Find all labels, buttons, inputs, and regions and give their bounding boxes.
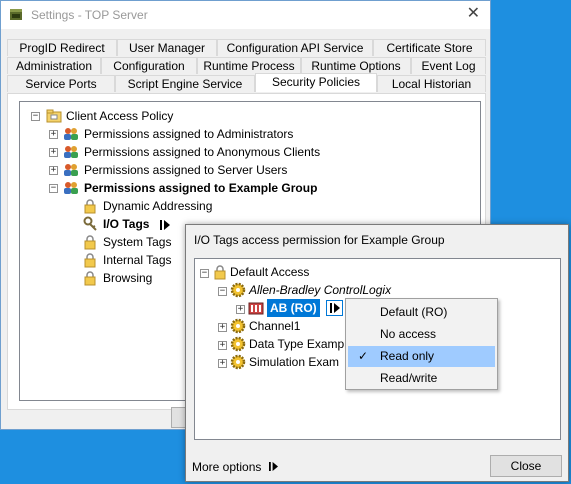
- menu-item-read-only-label: Read only: [380, 349, 435, 363]
- tree-item-data-type-examples[interactable]: Data Type Examp: [249, 335, 344, 353]
- tab-administration[interactable]: Administration: [7, 57, 101, 74]
- tree-item-internal-tags[interactable]: Internal Tags: [103, 251, 172, 269]
- tree-item-server-users[interactable]: Permissions assigned to Server Users: [84, 161, 287, 179]
- expand-icon[interactable]: +: [49, 148, 58, 157]
- play-arrow-icon: [330, 303, 340, 313]
- menu-item-no-access[interactable]: No access: [348, 324, 495, 345]
- policy-folder-icon: [46, 109, 62, 123]
- play-arrow-icon[interactable]: [160, 220, 170, 230]
- tab-local-historian[interactable]: Local Historian: [377, 75, 486, 92]
- tree-item-administrators[interactable]: Permissions assigned to Administrators: [84, 125, 293, 143]
- lock-icon: [84, 235, 96, 250]
- lock-icon: [214, 265, 226, 280]
- app-icon: [10, 9, 22, 20]
- tree-item-dynamic-addressing[interactable]: Dynamic Addressing: [103, 197, 212, 215]
- lock-icon: [84, 271, 96, 286]
- permission-context-menu: Default (RO) No access ✓ Read only Read/…: [345, 298, 498, 390]
- checkmark-icon: ✓: [358, 349, 369, 363]
- expand-icon[interactable]: +: [49, 166, 58, 175]
- play-arrow-icon: [268, 462, 278, 471]
- lock-icon: [84, 253, 96, 268]
- expand-icon[interactable]: +: [218, 359, 227, 368]
- close-icon[interactable]: ✕: [467, 5, 480, 23]
- tree-item-browsing[interactable]: Browsing: [103, 269, 152, 287]
- tab-runtime-process[interactable]: Runtime Process: [197, 57, 301, 74]
- collapse-icon[interactable]: −: [31, 112, 40, 121]
- tree-item-anonymous-clients[interactable]: Permissions assigned to Anonymous Client…: [84, 143, 320, 161]
- tree-root-default-access[interactable]: Default Access: [230, 263, 309, 281]
- users-group-icon: [64, 164, 78, 176]
- users-group-icon: [64, 182, 78, 194]
- menu-item-read-write[interactable]: Read/write: [348, 368, 495, 389]
- tab-service-ports[interactable]: Service Ports: [7, 75, 115, 92]
- expand-icon[interactable]: +: [236, 305, 245, 314]
- tree-item-io-tags[interactable]: I/O Tags: [103, 215, 149, 233]
- dialog-title: I/O Tags access permission for Example G…: [194, 233, 445, 247]
- key-icon: [83, 216, 97, 231]
- gear-lock-icon: [230, 336, 246, 352]
- menu-item-default-ro[interactable]: Default (RO): [348, 302, 495, 323]
- collapse-icon[interactable]: −: [49, 184, 58, 193]
- plc-device-icon: [248, 302, 264, 315]
- more-options-label: More options: [192, 460, 262, 474]
- tab-progid-redirect[interactable]: ProgID Redirect: [7, 39, 117, 56]
- tree-item-ab-ro[interactable]: AB (RO): [267, 299, 320, 317]
- tree-item-system-tags[interactable]: System Tags: [103, 233, 171, 251]
- tab-configuration-api-service[interactable]: Configuration API Service: [217, 39, 373, 56]
- more-options-link[interactable]: More options: [192, 460, 278, 474]
- menu-item-read-only[interactable]: ✓ Read only: [348, 346, 495, 367]
- close-button[interactable]: Close: [490, 455, 562, 477]
- gear-lock-icon: [230, 282, 246, 298]
- tab-security-policies[interactable]: Security Policies: [255, 73, 377, 92]
- tree-root-client-access-policy[interactable]: Client Access Policy: [66, 107, 173, 125]
- tab-certificate-store[interactable]: Certificate Store: [373, 39, 486, 56]
- tab-user-manager[interactable]: User Manager: [117, 39, 217, 56]
- users-group-icon: [64, 128, 78, 140]
- gear-lock-icon: [230, 318, 246, 334]
- tab-configuration[interactable]: Configuration: [101, 57, 197, 74]
- window-title: Settings - TOP Server: [31, 8, 148, 22]
- users-group-icon: [64, 146, 78, 158]
- expand-icon[interactable]: +: [49, 130, 58, 139]
- tab-event-log[interactable]: Event Log: [411, 57, 486, 74]
- tree-item-simulation-examples[interactable]: Simulation Exam: [249, 353, 339, 371]
- tree-item-channel1[interactable]: Channel1: [249, 317, 300, 335]
- tree-item-allen-bradley[interactable]: Allen-Bradley ControlLogix: [249, 281, 391, 299]
- expand-icon[interactable]: +: [218, 341, 227, 350]
- lock-icon: [84, 199, 96, 214]
- collapse-icon[interactable]: −: [200, 269, 209, 278]
- title-bar: Settings - TOP Server ✕: [1, 1, 490, 29]
- tree-item-example-group[interactable]: Permissions assigned to Example Group: [84, 179, 317, 197]
- gear-lock-icon: [230, 354, 246, 370]
- tab-script-engine-service[interactable]: Script Engine Service: [115, 75, 255, 92]
- collapse-icon[interactable]: −: [218, 287, 227, 296]
- permission-dropdown-button[interactable]: [326, 300, 343, 316]
- tab-runtime-options[interactable]: Runtime Options: [301, 57, 411, 74]
- expand-icon[interactable]: +: [218, 323, 227, 332]
